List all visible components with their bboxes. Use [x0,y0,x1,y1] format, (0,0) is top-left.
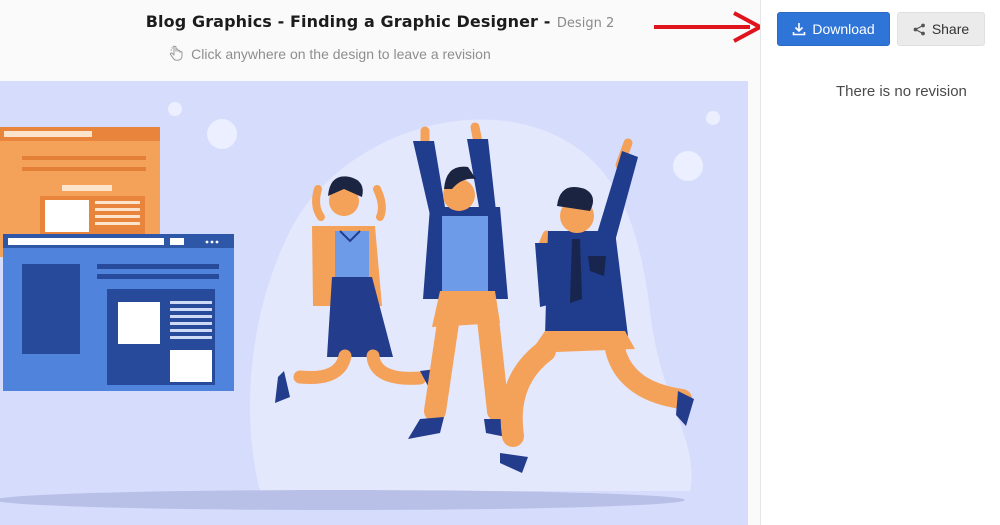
ground-shadow [0,490,685,510]
decor-circle [706,111,720,125]
decor-circle [673,151,703,181]
design-version: Design 2 [556,16,615,31]
download-label: Download [812,21,875,37]
share-label: Share [931,21,970,37]
revision-hint-text: Click anywhere on the design to leave a … [191,46,491,62]
design-title: Blog Graphics - Finding a Graphic Design… [145,12,551,31]
download-icon [793,23,806,36]
decor-circle [207,119,237,149]
design-illustration [0,102,720,510]
design-viewer: Blog Graphics - Finding a Graphic Design… [0,0,762,525]
design-title-row: Blog Graphics - Finding a Graphic Design… [0,12,760,32]
revision-sidebar: Download Share There is no revision [760,0,1000,525]
revision-hint: Click anywhere on the design to leave a … [0,45,660,64]
pointer-hand-icon [169,45,183,64]
share-icon [913,23,925,35]
no-revision-message: There is no revision [836,83,967,100]
download-button[interactable]: Download [777,12,890,46]
design-canvas[interactable] [0,81,748,525]
decor-circle [168,102,182,116]
annotation-arrow [654,11,762,43]
blue-browser-window [3,234,234,391]
share-button[interactable]: Share [897,12,985,46]
